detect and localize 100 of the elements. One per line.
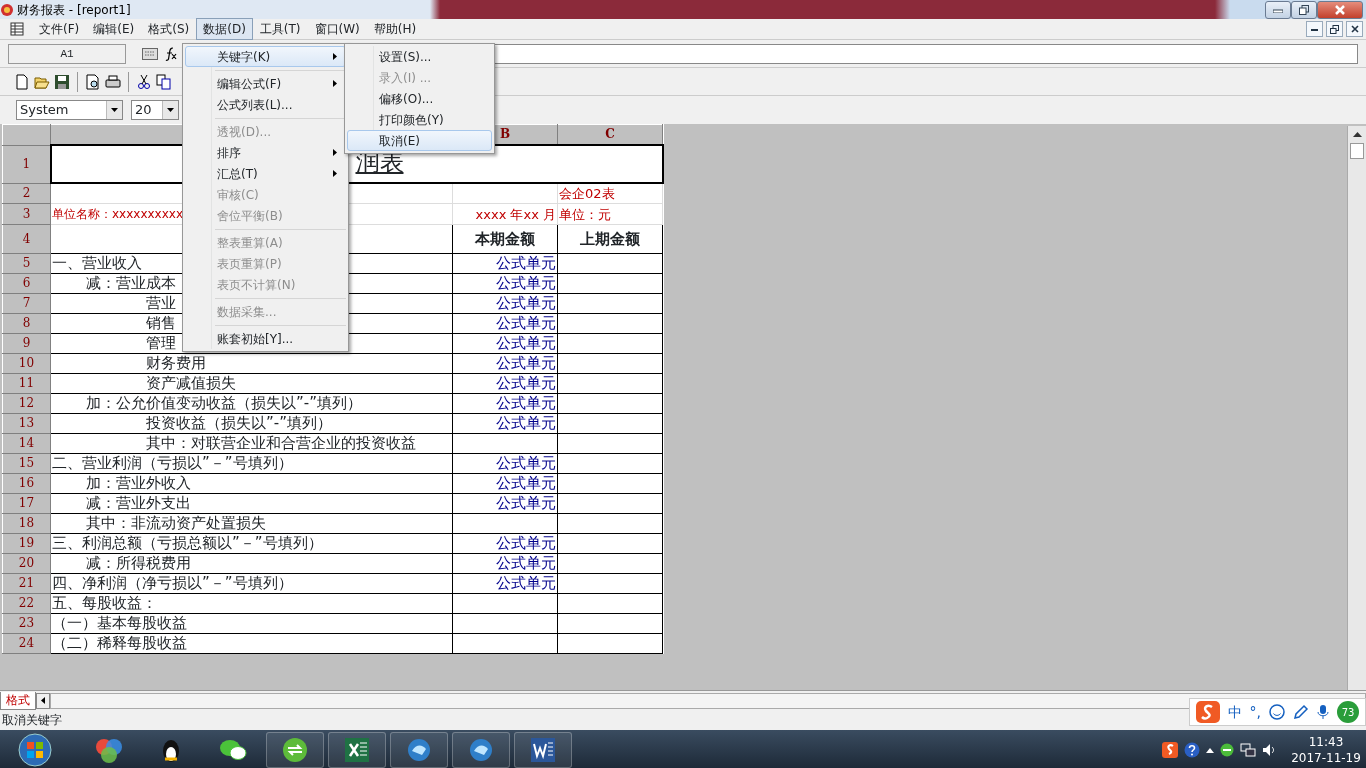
item-label: 减：营业成本: [86, 274, 176, 292]
row-header[interactable]: 16: [2, 473, 51, 494]
menu-item[interactable]: 取消(E): [347, 130, 492, 151]
smiley-icon[interactable]: [1269, 704, 1285, 720]
app-logo-icon: [0, 2, 14, 17]
volume-icon[interactable]: [1262, 743, 1276, 757]
row-header[interactable]: 5: [2, 253, 51, 274]
menu-item[interactable]: 设置(S)...: [347, 46, 492, 67]
copy-icon[interactable]: [156, 73, 172, 90]
maximize-button[interactable]: [1291, 0, 1317, 19]
formula-cell: 公式单元: [496, 294, 556, 312]
row-header[interactable]: 7: [2, 293, 51, 314]
taskbar-button[interactable]: [390, 732, 448, 768]
tray-arrow-icon[interactable]: [1206, 747, 1214, 753]
item-label: 五、每股收益：: [52, 594, 157, 612]
vertical-scrollbar[interactable]: [1347, 126, 1366, 690]
help-icon[interactable]: [1184, 742, 1200, 758]
row-header[interactable]: 20: [2, 553, 51, 574]
keyboard-icon[interactable]: [142, 47, 158, 60]
menu-item[interactable]: 打印颜色(Y): [347, 109, 492, 130]
row-header[interactable]: 9: [2, 333, 51, 354]
row-header[interactable]: 13: [2, 413, 51, 434]
spreadsheet-app-icon: [342, 735, 372, 765]
menu-item[interactable]: 帮助(H): [366, 18, 424, 40]
menu-item[interactable]: 编辑公式(F): [185, 73, 346, 94]
menu-item[interactable]: 账套初始[Y]...: [185, 328, 346, 349]
restore-icon: [1299, 4, 1309, 15]
clock-time[interactable]: 11:43: [1286, 734, 1366, 750]
item-label: 投资收益（损失以”-”填列）: [146, 414, 332, 432]
restore-icon: [1330, 24, 1339, 34]
scroll-left-button[interactable]: [36, 692, 50, 709]
pen-icon[interactable]: [1293, 704, 1309, 720]
scissors-icon[interactable]: [136, 73, 152, 90]
taskbar-button[interactable]: [452, 732, 510, 768]
menu-item[interactable]: 格式(S): [141, 18, 197, 40]
function-icon[interactable]: [164, 46, 178, 61]
row-header[interactable]: 14: [2, 433, 51, 454]
save-icon[interactable]: [54, 73, 70, 90]
row-header[interactable]: 21: [2, 573, 51, 594]
row-header[interactable]: 23: [2, 613, 51, 634]
menu-item[interactable]: 偏移(O)...: [347, 88, 492, 109]
item-label: 四、净利润（净亏损以”－”号填列）: [52, 574, 293, 592]
item-label: 加：公允价值变动收益（损失以”-”填列）: [86, 394, 362, 412]
taskbar-button[interactable]: [328, 732, 386, 768]
printer-icon[interactable]: [105, 73, 121, 90]
menu-item[interactable]: 排序: [185, 142, 346, 163]
taskbar-button[interactable]: [514, 732, 572, 768]
row-header[interactable]: 8: [2, 313, 51, 334]
row-header[interactable]: 11: [2, 373, 51, 394]
row-header[interactable]: 19: [2, 533, 51, 554]
restore-button[interactable]: [1326, 21, 1343, 37]
item-label: 减：所得税费用: [86, 554, 191, 572]
minimize-button[interactable]: [1306, 21, 1323, 37]
network-icon[interactable]: [1240, 743, 1256, 757]
submenu-arrow-icon: [333, 149, 337, 156]
row-header[interactable]: 10: [2, 353, 51, 374]
scrollbar-thumb[interactable]: [1350, 143, 1364, 159]
report-code-label: 单位：元: [559, 206, 611, 222]
status-circle-icon[interactable]: [1220, 743, 1234, 757]
row-header[interactable]: 18: [2, 513, 51, 534]
menu-item[interactable]: 关键字(K): [185, 46, 346, 67]
row-header[interactable]: 24: [2, 633, 51, 654]
cell-reference-field[interactable]: A1: [8, 43, 126, 64]
item-label: 财务费用: [146, 354, 206, 372]
font-size-select[interactable]: 20: [131, 100, 179, 120]
menu-item[interactable]: 编辑(E): [86, 18, 142, 40]
menu-item[interactable]: 文件(F): [32, 18, 87, 40]
menu-item[interactable]: 工具(T): [252, 18, 308, 40]
left-arrow-icon: [41, 697, 45, 704]
menu-item[interactable]: 窗口(W): [307, 18, 367, 40]
row-header[interactable]: 17: [2, 493, 51, 514]
ime-logo-icon[interactable]: [1195, 701, 1220, 723]
row-header[interactable]: 3: [2, 203, 51, 225]
submenu-arrow-icon: [333, 53, 337, 60]
print-preview-icon[interactable]: [85, 73, 101, 90]
menu-item[interactable]: 公式列表(L)...: [185, 94, 346, 115]
formula-cell: 公式单元: [496, 254, 556, 272]
formula-cell: 公式单元: [496, 354, 556, 372]
punctuation-toggle[interactable]: °,: [1249, 701, 1261, 723]
menu-item[interactable]: 数据(D): [196, 18, 253, 40]
row-header[interactable]: 1: [2, 145, 51, 183]
sheet-tab[interactable]: 格式: [0, 691, 36, 710]
menu-item[interactable]: 汇总(T): [185, 163, 346, 184]
row-header[interactable]: 4: [2, 224, 51, 254]
row-header[interactable]: 6: [2, 273, 51, 294]
close-button[interactable]: [1346, 21, 1363, 37]
clock-date[interactable]: 2017-11-19: [1286, 750, 1366, 766]
close-icon: [1350, 25, 1359, 33]
font-select[interactable]: System: [16, 100, 123, 120]
close-icon: [1335, 4, 1345, 15]
row-header[interactable]: 22: [2, 593, 51, 614]
input-mode-toggle[interactable]: 中: [1227, 701, 1242, 723]
row-header[interactable]: 15: [2, 453, 51, 474]
new-document-icon[interactable]: [14, 73, 30, 90]
row-header[interactable]: 2: [2, 183, 51, 204]
taskbar-button[interactable]: [266, 732, 324, 768]
row-header[interactable]: 12: [2, 393, 51, 414]
microphone-icon[interactable]: [1317, 704, 1329, 720]
ime-logo-icon[interactable]: [1162, 742, 1178, 758]
formula-cell: 公式单元: [496, 474, 556, 492]
